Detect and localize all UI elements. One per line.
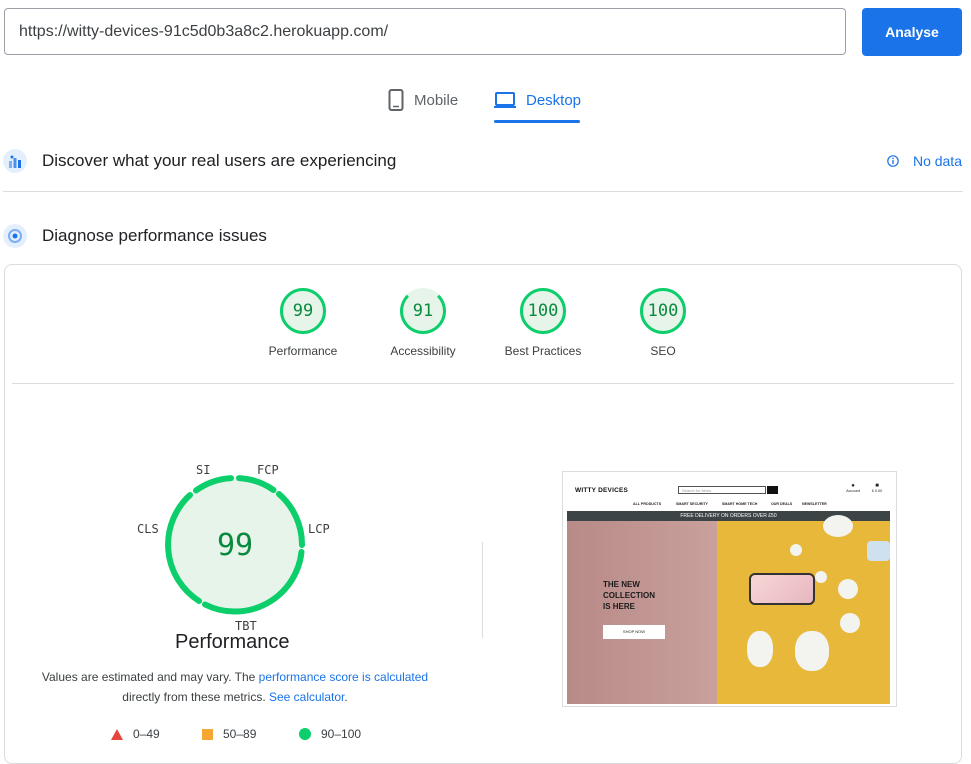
site-nav-item: SMART HOME TECH bbox=[722, 502, 758, 506]
site-basket-label: £ 0.00 bbox=[871, 489, 883, 493]
site-nav-item: NEWSLETTER bbox=[802, 502, 827, 506]
lab-data-title: Diagnose performance issues bbox=[42, 226, 267, 245]
hero-pink-panel bbox=[567, 521, 717, 704]
analyse-button[interactable]: Analyse bbox=[862, 8, 962, 56]
score-label: SEO bbox=[650, 344, 676, 358]
site-account-label: Account bbox=[846, 489, 860, 493]
legend-fail: 0–49 bbox=[111, 727, 160, 741]
site-nav-item: SMART SECURITY bbox=[676, 502, 708, 506]
field-data-icon bbox=[3, 149, 27, 173]
bulb-image bbox=[815, 571, 827, 583]
field-data-header: Discover what your real users are experi… bbox=[0, 146, 971, 176]
final-screenshot[interactable]: WITTY DEVICES Search for items ● Account … bbox=[562, 471, 897, 707]
legend-average: 50–89 bbox=[202, 727, 256, 741]
performance-score-link[interactable]: performance score is calculated bbox=[259, 670, 428, 684]
tab-desktop-label: Desktop bbox=[526, 91, 582, 109]
hero-heading: THE NEW COLLECTION IS HERE bbox=[603, 579, 655, 612]
see-calculator-link[interactable]: See calculator bbox=[269, 690, 344, 704]
score-value: 99 bbox=[280, 288, 326, 334]
tab-mobile[interactable]: Mobile bbox=[388, 86, 458, 114]
performance-gauge-score: 99 bbox=[217, 528, 253, 563]
hero-line: COLLECTION bbox=[603, 591, 655, 600]
laptop-icon bbox=[494, 92, 516, 108]
score-label: Accessibility bbox=[390, 344, 456, 358]
site-hero: THE NEW COLLECTION IS HERE SHOP NOW bbox=[567, 515, 890, 704]
legend-pass: 90–100 bbox=[299, 727, 361, 741]
note-text: directly from these metrics. bbox=[122, 690, 269, 704]
site-nav-item: ALL PRODUCTS bbox=[633, 502, 662, 506]
diagnose-icon bbox=[3, 224, 27, 248]
legend-range: 50–89 bbox=[223, 727, 257, 741]
site-header: WITTY DEVICES Search for items ● Account … bbox=[567, 476, 890, 510]
smartphone-icon bbox=[388, 89, 404, 111]
bulb-image bbox=[867, 541, 890, 561]
metric-label-lcp: LCP bbox=[308, 522, 330, 536]
site-search-button bbox=[767, 486, 778, 494]
metric-label-cls: CLS bbox=[137, 522, 159, 536]
note-text: . bbox=[344, 690, 348, 704]
site-account: ● Account bbox=[843, 483, 863, 493]
bulb-image bbox=[823, 515, 853, 537]
score-label: Performance bbox=[268, 344, 338, 358]
triangle-icon bbox=[111, 728, 123, 740]
screenshot-page: WITTY DEVICES Search for items ● Account … bbox=[567, 476, 890, 704]
url-input[interactable] bbox=[4, 8, 846, 55]
score-value: 91 bbox=[400, 288, 446, 334]
metric-label-si: SI bbox=[196, 463, 211, 477]
tab-mobile-label: Mobile bbox=[414, 91, 459, 109]
bulb-image bbox=[840, 613, 860, 633]
no-data-label: No data bbox=[912, 153, 962, 169]
tab-selected-indicator bbox=[494, 120, 580, 123]
hero-line: IS HERE bbox=[603, 602, 636, 611]
note-text: Values are estimated and may vary. The bbox=[41, 670, 259, 684]
bulb-image bbox=[790, 544, 802, 556]
metric-label-fcp: FCP bbox=[257, 463, 279, 477]
site-nav-item: OUR DEALS bbox=[771, 502, 793, 506]
field-data-title: Discover what your real users are experi… bbox=[42, 151, 397, 170]
score-value: 100 bbox=[640, 288, 686, 334]
score-note: Values are estimated and may vary. The p… bbox=[0, 667, 470, 707]
info-icon bbox=[887, 155, 899, 167]
hero-line: THE NEW bbox=[603, 580, 640, 589]
section-divider bbox=[3, 191, 963, 192]
circle-icon bbox=[299, 728, 311, 740]
score-gauge-best-practices[interactable]: 100 Best Practices bbox=[488, 288, 598, 358]
score-value: 100 bbox=[520, 288, 566, 334]
legend-range: 0–49 bbox=[133, 727, 160, 741]
site-basket: ■ £ 0.00 bbox=[867, 483, 887, 493]
no-data-indicator[interactable]: No data bbox=[887, 153, 962, 169]
legend-range: 90–100 bbox=[321, 727, 362, 741]
score-gauge-seo[interactable]: 100 SEO bbox=[608, 288, 718, 358]
site-logo: WITTY DEVICES bbox=[575, 487, 629, 494]
vertical-divider bbox=[482, 542, 483, 638]
tab-desktop[interactable]: Desktop bbox=[494, 86, 581, 114]
lab-data-header: Diagnose performance issues bbox=[0, 221, 971, 251]
bulb-image bbox=[838, 579, 858, 599]
square-icon bbox=[202, 728, 213, 740]
phone-image bbox=[749, 573, 815, 605]
performance-gauge: 99 bbox=[165, 475, 306, 615]
site-search-input: Search for items bbox=[678, 486, 766, 494]
performance-gauge-title: Performance bbox=[175, 631, 290, 653]
bulb-image bbox=[747, 631, 773, 667]
hero-shop-now-button: SHOP NOW bbox=[603, 625, 665, 639]
bulb-image bbox=[795, 631, 829, 671]
card-divider bbox=[12, 383, 954, 384]
score-gauge-performance[interactable]: 99 Performance bbox=[248, 288, 358, 358]
score-gauge-accessibility[interactable]: 91 Accessibility bbox=[368, 288, 478, 358]
score-label: Best Practices bbox=[504, 344, 582, 358]
